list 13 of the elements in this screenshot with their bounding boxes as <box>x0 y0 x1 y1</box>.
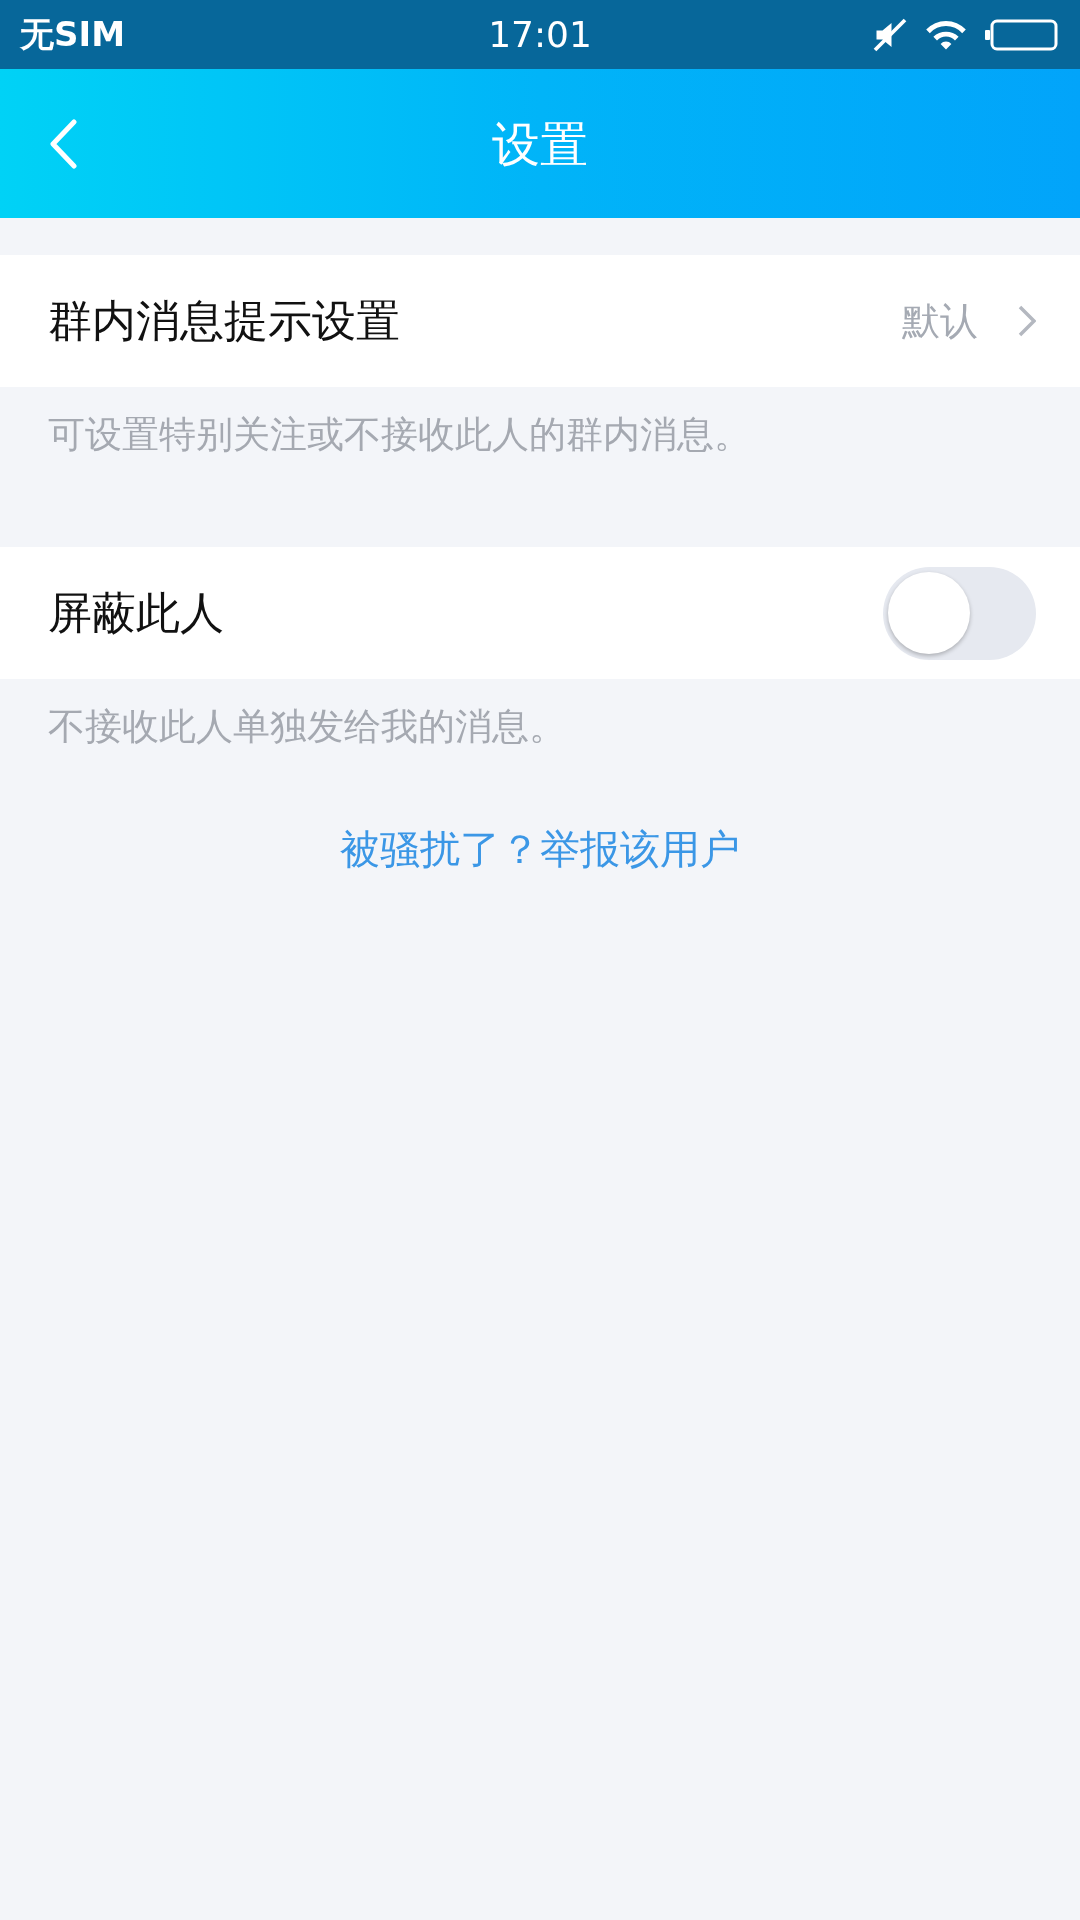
settings-row[interactable]: 群内消息提示设置 默认 <box>0 255 1080 387</box>
chevron-icon <box>1018 305 1036 337</box>
row-value: 默认 <box>902 297 978 345</box>
row-label: 屏蔽此人 <box>48 586 224 640</box>
battery-icon <box>984 17 1060 52</box>
carrier-text: 无SIM <box>20 13 126 56</box>
settings-row[interactable]: 屏蔽此人 <box>0 547 1080 679</box>
muted-speaker-icon <box>872 16 908 53</box>
hint-text: 可设置特别关注或不接收此人的群内消息。 <box>48 413 751 456</box>
page-title: 设置 <box>492 114 588 174</box>
row-label: 群内消息提示设置 <box>48 294 400 348</box>
clock-text: 17:01 <box>488 12 592 57</box>
hint-text: 不接收此人单独发给我的消息。 <box>48 705 566 748</box>
